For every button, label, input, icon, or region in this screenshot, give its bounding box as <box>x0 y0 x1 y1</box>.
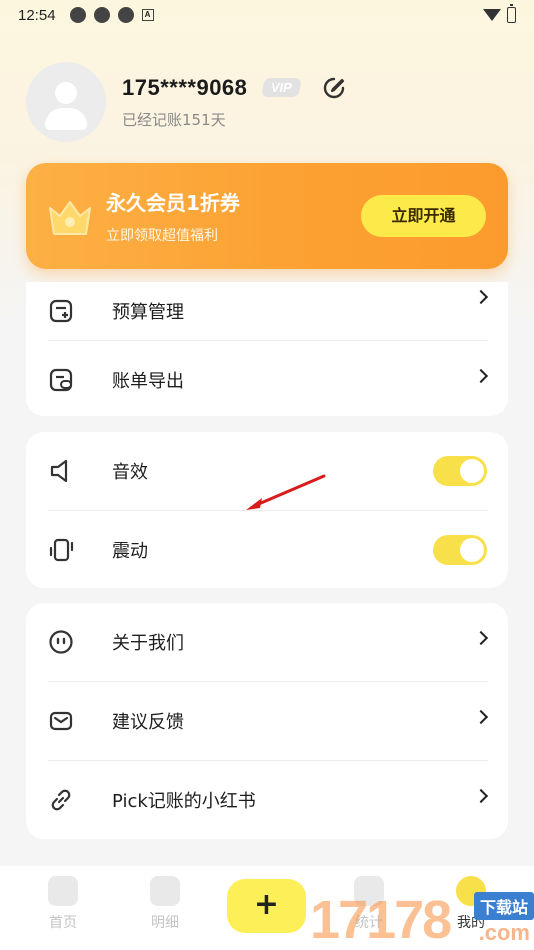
watermark-domain: .com <box>478 920 530 945</box>
system-icons <box>483 4 516 23</box>
activate-button[interactable]: 立即开通 <box>361 195 486 237</box>
menu-card-about: 关于我们 建议反馈 Pick记账的小红书 <box>26 603 508 839</box>
mail-icon <box>48 708 74 734</box>
watermark-number: 17178 <box>310 890 452 950</box>
toggle-knob <box>460 459 484 483</box>
tab-detail[interactable]: 明细 <box>130 876 200 932</box>
status-badge: A <box>141 9 154 21</box>
vibrate-toggle[interactable] <box>433 535 487 565</box>
menu-item-vibrate: 震动 <box>26 511 508 589</box>
bookkeeping-days: 已经记账151天 <box>122 110 226 129</box>
menu-item-label: 预算管理 <box>112 302 184 323</box>
vip-badge: VIP <box>261 78 303 97</box>
promo-title: 永久会员1折券 <box>106 191 240 215</box>
add-record-button[interactable]: + <box>227 879 306 933</box>
list-icon <box>150 876 180 906</box>
menu-item-xiaohongshu[interactable]: Pick记账的小红书 <box>26 761 508 839</box>
promo-subtitle: 立即领取超值福利 <box>106 228 218 244</box>
sound-toggle[interactable] <box>433 456 487 486</box>
avatar[interactable] <box>26 62 106 142</box>
notification-icon <box>93 7 110 23</box>
tab-label: 明细 <box>151 915 179 931</box>
edit-icon[interactable] <box>322 76 346 100</box>
watermark: 17178 下载站 .com <box>310 890 534 950</box>
menu-item-export[interactable]: 账单导出 <box>26 341 508 419</box>
status-time: 12:54 <box>18 6 56 24</box>
avatar-head <box>55 82 77 104</box>
crown-icon <box>49 201 91 235</box>
watermark-tag: 下载站 <box>473 892 534 920</box>
chevron-right-icon <box>473 630 489 646</box>
chevron-right-icon <box>473 788 489 804</box>
link-icon <box>48 787 74 813</box>
tab-home[interactable]: 首页 <box>28 876 98 932</box>
chevron-right-icon <box>473 709 489 725</box>
status-bar: 12:54 A <box>0 0 534 30</box>
vibrate-icon <box>48 537 74 563</box>
notification-icon <box>69 7 86 23</box>
battery-icon <box>507 4 516 23</box>
export-icon <box>48 367 74 393</box>
chevron-right-icon <box>473 289 489 305</box>
notification-icons: A <box>69 7 154 23</box>
profile-info: 175****9068 VIP 已经记账151天 <box>122 75 346 130</box>
notification-icon <box>117 7 134 23</box>
profile-header: 175****9068 VIP 已经记账151天 <box>26 62 346 142</box>
phone-row: 175****9068 VIP <box>122 75 346 101</box>
menu-item-about[interactable]: 关于我们 <box>26 603 508 681</box>
menu-item-label: 关于我们 <box>112 633 184 654</box>
annotation-arrow-icon <box>246 474 326 510</box>
home-icon <box>48 876 78 906</box>
menu-item-label: 建议反馈 <box>112 712 184 733</box>
vip-promo-banner[interactable]: 永久会员1折券 立即领取超值福利 立即开通 <box>26 163 508 269</box>
tab-label: 首页 <box>49 915 77 931</box>
speaker-icon <box>48 458 74 484</box>
smiley-icon <box>48 629 74 655</box>
budget-icon <box>48 298 74 324</box>
avatar-body <box>45 108 87 130</box>
menu-item-feedback[interactable]: 建议反馈 <box>26 682 508 760</box>
menu-card-tools: 预算管理 账单导出 <box>26 282 508 416</box>
menu-item-label: 震动 <box>112 541 148 562</box>
phone-number: 175****9068 <box>122 74 248 100</box>
menu-item-label: 账单导出 <box>112 371 184 392</box>
chevron-right-icon <box>473 368 489 384</box>
menu-item-budget[interactable]: 预算管理 <box>26 282 508 340</box>
menu-item-label: Pick记账的小红书 <box>112 791 256 812</box>
toggle-knob <box>460 538 484 562</box>
wifi-icon <box>483 9 501 21</box>
menu-item-label: 音效 <box>112 462 148 483</box>
